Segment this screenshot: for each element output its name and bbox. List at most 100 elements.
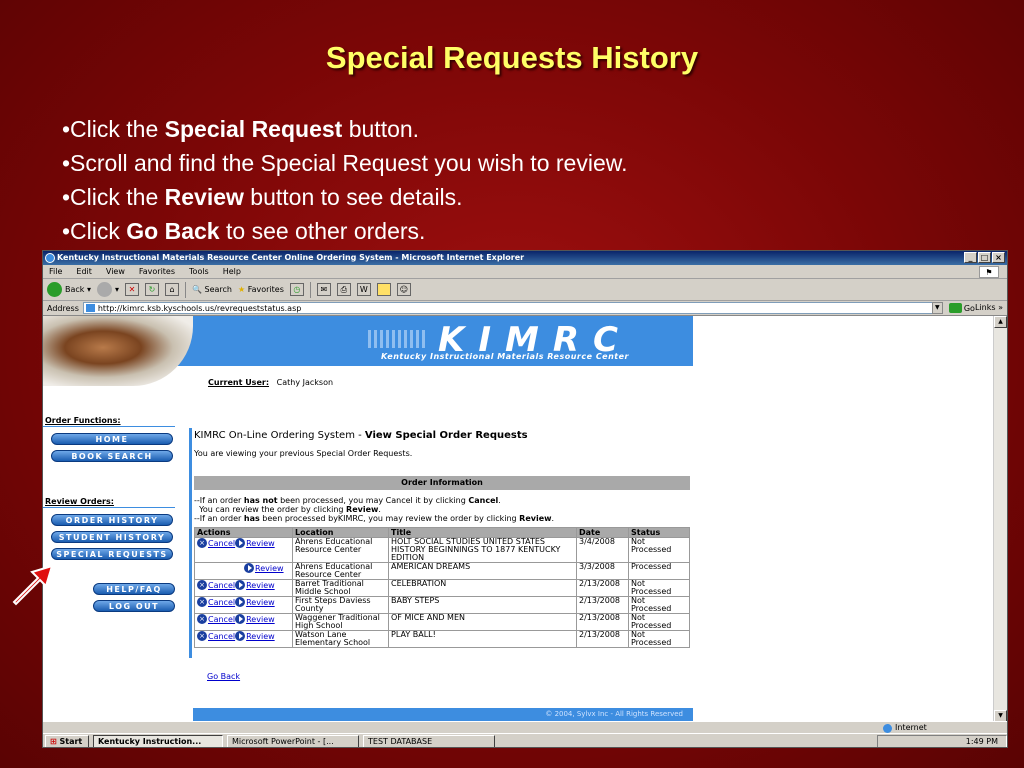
table-row: × Cancel Review First Steps Daviess County…: [194, 596, 690, 614]
note-line: --If an order has been processed byKIMRC…: [194, 514, 555, 523]
links-button[interactable]: Links »: [975, 301, 1003, 315]
menu-help[interactable]: Help: [223, 265, 241, 278]
close-button[interactable]: ×: [992, 252, 1005, 263]
address-label: Address: [47, 303, 79, 313]
cancel-icon: ×: [197, 631, 207, 641]
menu-favorites[interactable]: Favorites: [139, 265, 175, 278]
back-button[interactable]: Back ▾: [47, 282, 91, 297]
order-history-button[interactable]: ORDER HISTORY: [51, 514, 173, 526]
bullet-item: •Click the Special Request button.: [62, 112, 627, 146]
page-footer: © 2004, Sylvx Inc - All Rights Reserved: [193, 708, 693, 721]
cancel-icon: ×: [197, 597, 207, 607]
date-cell: 2/13/2008: [576, 613, 629, 631]
review-icon: [235, 597, 246, 607]
cancel-action[interactable]: × Cancel: [197, 580, 235, 590]
print-icon[interactable]: ⎙: [336, 283, 351, 296]
cancel-action[interactable]: × Cancel: [197, 538, 235, 548]
taskbar-item-database[interactable]: TEST DATABASE: [363, 735, 495, 747]
menu-file[interactable]: File: [49, 265, 62, 278]
maximize-button[interactable]: □: [978, 252, 991, 263]
review-action[interactable]: Review: [235, 597, 275, 607]
forward-button[interactable]: ▾: [96, 282, 119, 297]
review-action[interactable]: Review: [235, 580, 275, 590]
date-cell: 3/4/2008: [576, 537, 629, 563]
cancel-icon: ×: [197, 538, 207, 548]
taskbar-item-powerpoint[interactable]: Microsoft PowerPoint - [...: [227, 735, 359, 747]
history-icon[interactable]: ◷: [289, 283, 304, 296]
clock: 1:49 PM: [965, 737, 998, 746]
order-info-header: Order Information: [194, 476, 690, 490]
bullet-item: •Click the Review button to see details.: [62, 180, 627, 214]
instructions-note: --If an order has not been processed, yo…: [194, 496, 692, 523]
go-back-link[interactable]: Go Back: [207, 672, 240, 681]
actions-cell: × Cancel Review: [194, 537, 293, 563]
start-button[interactable]: ⊞ Start: [45, 735, 89, 747]
cancel-action[interactable]: × Cancel: [197, 597, 235, 607]
refresh-icon[interactable]: ↻: [145, 283, 159, 296]
book-search-button[interactable]: BOOK SEARCH: [51, 450, 173, 462]
menu-view[interactable]: View: [106, 265, 125, 278]
date-cell: 2/13/2008: [576, 596, 629, 614]
taskbar-item-ie[interactable]: Kentucky Instruction...: [93, 735, 223, 747]
folder-icon[interactable]: [376, 283, 391, 296]
windows-logo-icon: ⊞: [50, 737, 57, 746]
review-action[interactable]: Review: [235, 538, 275, 548]
bullet-item: •Click Go Back to see other orders.: [62, 214, 627, 248]
address-input[interactable]: http://kimrc.ksb.kyschools.us/revrequest…: [82, 302, 943, 314]
student-history-button[interactable]: STUDENT HISTORY: [51, 531, 173, 543]
current-user: Current User: Cathy Jackson: [208, 378, 334, 387]
bullet-text: button to see details.: [243, 184, 463, 210]
review-icon: [235, 631, 246, 641]
home-button[interactable]: HOME: [51, 433, 173, 445]
go-button[interactable]: Go: [948, 303, 975, 313]
review-action[interactable]: Review: [235, 631, 275, 641]
bullet-text: •Click the: [62, 184, 165, 210]
status-cell: Not Processed: [628, 596, 690, 614]
vertical-scrollbar[interactable]: ▲ ▼: [993, 316, 1007, 722]
actions-cell: Review: [194, 562, 293, 580]
menu-edit[interactable]: Edit: [76, 265, 92, 278]
order-functions-heading: Order Functions:: [45, 416, 121, 425]
scroll-up-icon[interactable]: ▲: [994, 316, 1007, 328]
menu-tools[interactable]: Tools: [189, 265, 209, 278]
help-faq-button[interactable]: HELP/FAQ: [93, 583, 175, 595]
address-bar: Address http://kimrc.ksb.kyschools.us/re…: [43, 301, 1007, 315]
search-icon: 🔍: [192, 285, 202, 294]
stop-icon[interactable]: ✕: [125, 283, 139, 296]
location-cell: Waggener Traditional High School: [292, 613, 389, 631]
cancel-action[interactable]: × Cancel: [197, 614, 235, 624]
note-line: --If an order has not been processed, yo…: [194, 496, 501, 505]
window-titlebar[interactable]: Kentucky Instructional Materials Resourc…: [43, 251, 1007, 265]
red-arrow-icon: [12, 564, 54, 606]
status-cell: Processed: [628, 562, 690, 580]
window-controls: _ □ ×: [964, 252, 1005, 263]
ie-icon: [45, 253, 55, 263]
current-user-name: Cathy Jackson: [276, 378, 334, 387]
home-icon[interactable]: ⌂: [165, 283, 179, 296]
table-header-row: Actions Location Title Date Status: [194, 527, 690, 538]
banner-photo: [43, 316, 193, 386]
special-requests-button[interactable]: SPECIAL REQUESTS: [51, 548, 173, 560]
cancel-action[interactable]: × Cancel: [197, 631, 235, 641]
table-row: × Cancel Review Waggener Traditional High …: [194, 613, 690, 631]
page-viewport: KIMRC Kentucky Instructional Materials R…: [43, 315, 1007, 722]
messenger-icon[interactable]: ☺: [396, 283, 411, 296]
window-title: Kentucky Instructional Materials Resourc…: [57, 253, 525, 262]
favorites-button[interactable]: ★ Favorites: [238, 285, 284, 294]
windows-flag-icon: ⚑: [979, 266, 999, 278]
search-button[interactable]: 🔍 Search: [192, 285, 232, 294]
bullet-text: •Click the: [62, 116, 165, 142]
mail-icon[interactable]: ✉: [316, 283, 331, 296]
table-row: Review Ahrens Educational Resource Cente…: [194, 562, 690, 580]
status-cell: Not Processed: [628, 613, 690, 631]
minimize-button[interactable]: _: [964, 252, 977, 263]
bullet-text: to see other orders.: [219, 218, 426, 244]
table-row: × Cancel Review Ahrens Educational Resourc…: [194, 537, 690, 563]
status-cell: Not Processed: [628, 579, 690, 597]
cancel-icon: ×: [197, 580, 207, 590]
log-out-button[interactable]: LOG OUT: [93, 600, 175, 612]
edit-icon[interactable]: W: [356, 283, 371, 296]
review-action[interactable]: Review: [235, 614, 275, 624]
chevron-down-icon[interactable]: ▼: [931, 302, 943, 314]
review-action[interactable]: Review: [244, 563, 284, 573]
